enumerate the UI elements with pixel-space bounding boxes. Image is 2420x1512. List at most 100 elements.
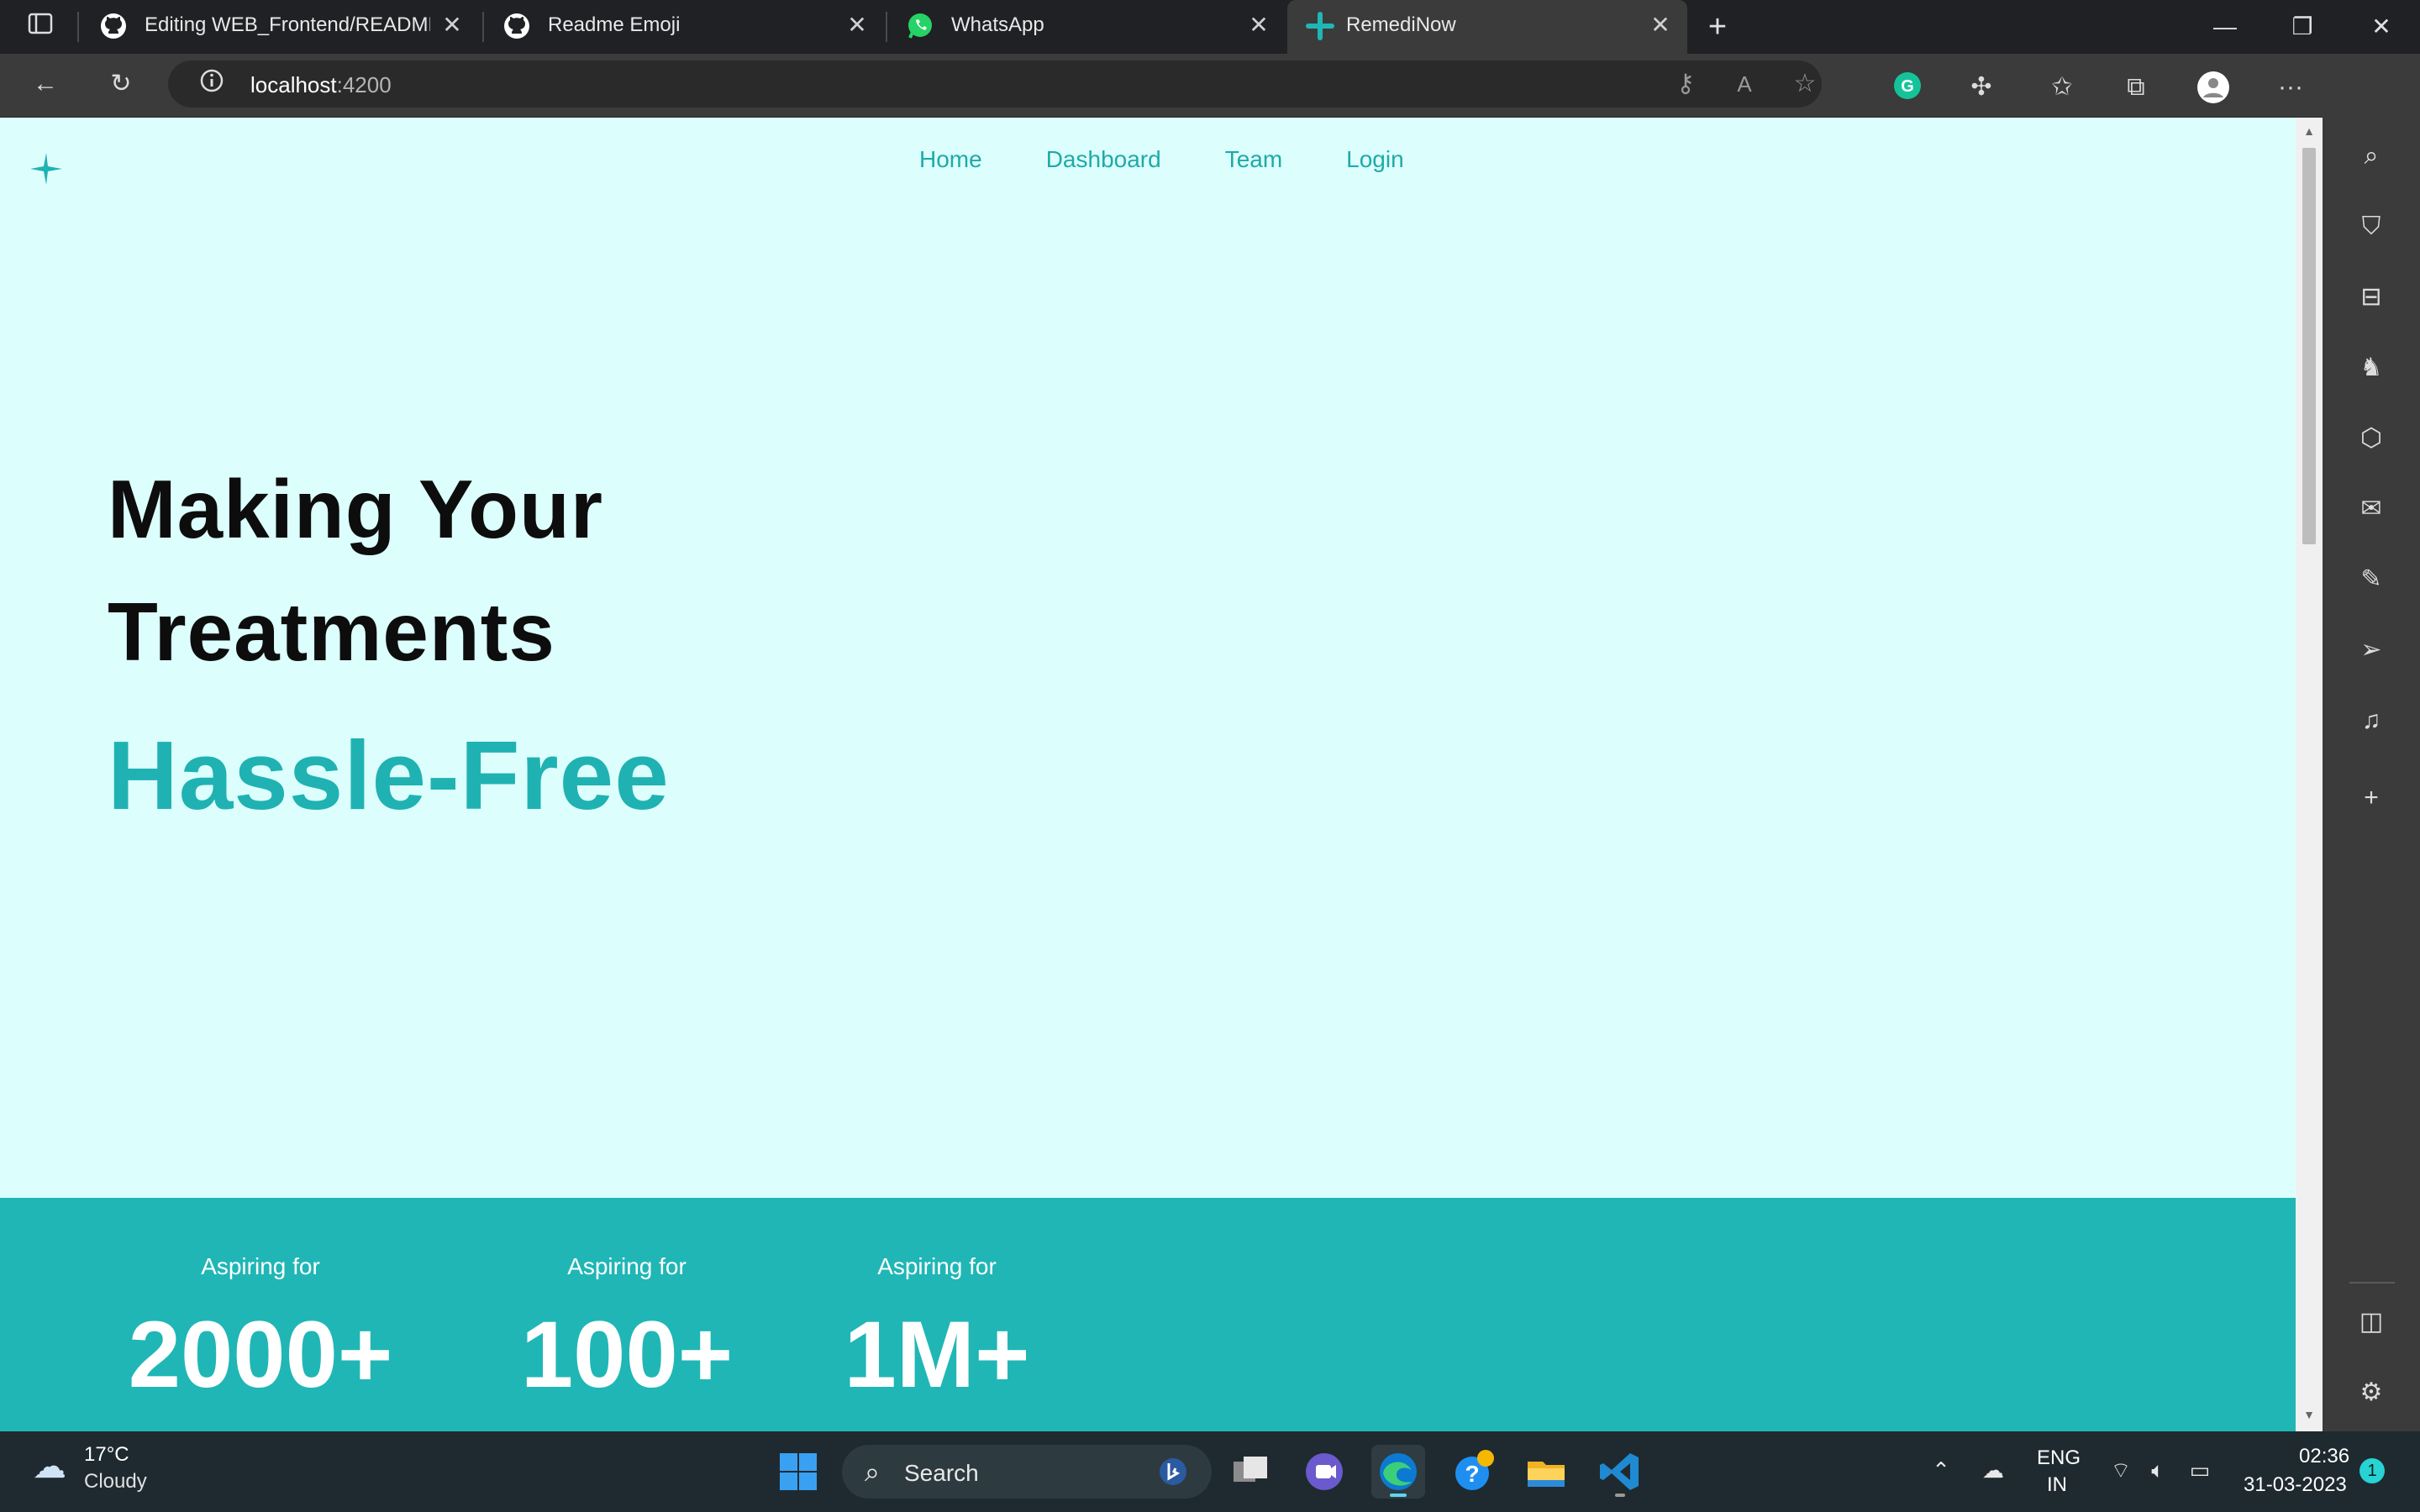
tools-briefcase-icon[interactable]: ⊟ (2354, 281, 2388, 314)
edge-sidebar: ⌕ ⛉ ⊟ ♞ ⬡ ✉ ✎ ➢ ♫ + ◫ ⚙ (2323, 54, 2420, 1431)
windows-taskbar: ☁ 17°C Cloudy ⌕ Search ? ⌃ ☁ ENG IN ⌔ 🔈︎… (0, 1431, 2420, 1512)
refresh-icon[interactable]: ↻ (104, 67, 138, 101)
stat-value: 100+ (520, 1302, 734, 1407)
stat-value: 1M+ (844, 1302, 1030, 1407)
more-options-icon[interactable]: ··· (2274, 71, 2307, 104)
language-indicator[interactable]: ENG (2037, 1446, 2081, 1470)
send-icon[interactable]: ➢ (2354, 633, 2388, 667)
image-creator-icon[interactable]: ✎ (2354, 563, 2388, 596)
taskbar-search-label: Search (904, 1460, 979, 1486)
scrollbar-thumb[interactable] (2302, 148, 2316, 544)
hide-sidebar-icon[interactable]: ◫ (2354, 1305, 2388, 1339)
nav-team[interactable]: Team (1225, 146, 1282, 173)
tab-whatsapp[interactable]: WhatsApp ✕ (887, 0, 1287, 54)
address-url[interactable]: localhost:4200 (250, 72, 392, 98)
language-region[interactable]: IN (2047, 1473, 2067, 1497)
outlook-icon[interactable]: ✉ (2354, 492, 2388, 526)
favorites-icon[interactable]: ✩ (2045, 71, 2079, 104)
get-help-icon[interactable]: ? (1445, 1445, 1499, 1499)
vscode-icon[interactable] (1593, 1445, 1647, 1499)
address-bar[interactable]: localhost:4200 ⚷ A ☆ (168, 60, 1822, 108)
nav-home[interactable]: Home (919, 146, 982, 173)
file-explorer-icon[interactable] (1519, 1445, 1573, 1499)
restore-icon[interactable]: ❐ (2286, 7, 2319, 47)
settings-gear-icon[interactable]: ⚙ (2354, 1376, 2388, 1410)
read-aloud-icon[interactable]: A (1728, 67, 1761, 101)
close-tab-icon[interactable]: ✕ (1247, 13, 1270, 37)
minimize-icon[interactable]: — (2208, 7, 2242, 47)
tab-editing-readme[interactable]: Editing WEB_Frontend/README.md ✕ (81, 0, 481, 54)
svg-text:G: G (1901, 77, 1914, 96)
tab-separator (77, 12, 79, 42)
chevron-up-icon[interactable]: ⌃ (1926, 1455, 1956, 1485)
tab-strip: Editing WEB_Frontend/README.md ✕ Readme … (0, 0, 2420, 54)
bing-icon (1158, 1457, 1188, 1487)
microsoft-365-icon[interactable]: ⬡ (2354, 422, 2388, 455)
teams-chat-icon[interactable] (1297, 1445, 1351, 1499)
svg-text:?: ? (1465, 1461, 1479, 1487)
close-tab-icon[interactable]: ✕ (845, 13, 869, 37)
tab-title: Readme Emoji (548, 13, 681, 36)
taskbar-search[interactable]: ⌕ Search (842, 1445, 1212, 1499)
clock-date[interactable]: 31-03-2023 (2244, 1473, 2347, 1497)
remedinow-logo-icon[interactable] (25, 148, 67, 190)
address-host: localhost (250, 72, 337, 97)
start-windows-icon[interactable] (771, 1445, 825, 1499)
close-window-icon[interactable]: ✕ (2365, 7, 2398, 47)
stat-value: 2000+ (128, 1302, 393, 1407)
close-tab-icon[interactable]: ✕ (440, 13, 464, 37)
notifications-bell-icon[interactable]: ♫ (2354, 704, 2388, 738)
onedrive-cloud-icon[interactable]: ☁ (1978, 1455, 2008, 1485)
weather-cloud-icon[interactable]: ☁ (29, 1450, 71, 1483)
back-icon[interactable]: ← (29, 67, 62, 101)
clock-time[interactable]: 02:36 (2299, 1445, 2349, 1468)
tab-title: Editing WEB_Frontend/README.md (145, 13, 430, 36)
scroll-down-icon[interactable]: ▼ (2302, 1408, 2316, 1421)
tab-title: WhatsApp (951, 13, 1044, 36)
profile-avatar-icon[interactable] (2196, 71, 2230, 104)
tab-remedinow[interactable]: RemediNow ✕ (1287, 0, 1687, 54)
browser-toolbar: ← ↻ localhost:4200 ⚷ A ☆ G ✣ ✩ ⧉ ··· (0, 54, 2420, 118)
edge-browser-icon[interactable] (1371, 1445, 1425, 1499)
github-icon (101, 13, 126, 39)
github-icon (504, 13, 529, 39)
battery-icon[interactable]: ▭ (2185, 1455, 2215, 1485)
stat-label: Aspiring for (201, 1253, 320, 1279)
nav-login[interactable]: Login (1346, 146, 1404, 173)
remedinow-icon (1306, 12, 1334, 40)
tab-title: RemediNow (1346, 13, 1456, 36)
page-viewport: Home Dashboard Team Login Making Your Tr… (0, 118, 2296, 1431)
site-info-icon[interactable] (195, 67, 229, 101)
scroll-up-icon[interactable]: ▲ (2302, 124, 2316, 138)
hero-heading-highlight: Hassle-Free (108, 721, 670, 830)
add-sidebar-app-icon[interactable]: + (2354, 781, 2388, 815)
notification-badge[interactable]: 1 (2360, 1458, 2385, 1483)
key-icon[interactable]: ⚷ (1669, 67, 1702, 101)
close-tab-icon[interactable]: ✕ (1649, 13, 1672, 37)
grammarly-icon[interactable]: G (1891, 71, 1924, 104)
search-icon[interactable]: ⌕ (2354, 139, 2388, 173)
stats-band: Aspiring for 2000+ Aspiring for 100+ Asp… (0, 1198, 2296, 1431)
hero-heading-line1: Making Your (108, 463, 604, 555)
task-view-icon[interactable] (1223, 1445, 1277, 1499)
games-icon[interactable]: ♞ (2354, 351, 2388, 385)
tab-actions-icon[interactable] (24, 10, 57, 44)
shopping-tag-icon[interactable]: ⛉ (2354, 210, 2388, 244)
add-favorite-icon[interactable]: ☆ (1788, 67, 1822, 101)
extensions-icon[interactable]: ✣ (1965, 71, 1998, 104)
site-nav: Home Dashboard Team Login (919, 146, 1468, 173)
page-scrollbar[interactable]: ▲ ▼ (2296, 118, 2323, 1431)
nav-dashboard[interactable]: Dashboard (1046, 146, 1161, 173)
weather-condition[interactable]: Cloudy (84, 1470, 147, 1494)
tab-readme-emoji[interactable]: Readme Emoji ✕ (484, 0, 884, 54)
sidebar-divider (2349, 1282, 2395, 1284)
weather-temp[interactable]: 17°C (84, 1443, 129, 1467)
address-port: :4200 (336, 72, 392, 97)
volume-icon[interactable]: 🔈︎ (2143, 1455, 2173, 1485)
hero-heading-line2: Treatments (108, 585, 555, 678)
whatsapp-icon (908, 13, 932, 39)
collections-icon[interactable]: ⧉ (2119, 71, 2153, 104)
search-icon: ⌕ (865, 1457, 880, 1487)
wifi-icon[interactable]: ⌔ (2106, 1455, 2136, 1485)
new-tab-icon[interactable]: + (1701, 7, 1734, 47)
